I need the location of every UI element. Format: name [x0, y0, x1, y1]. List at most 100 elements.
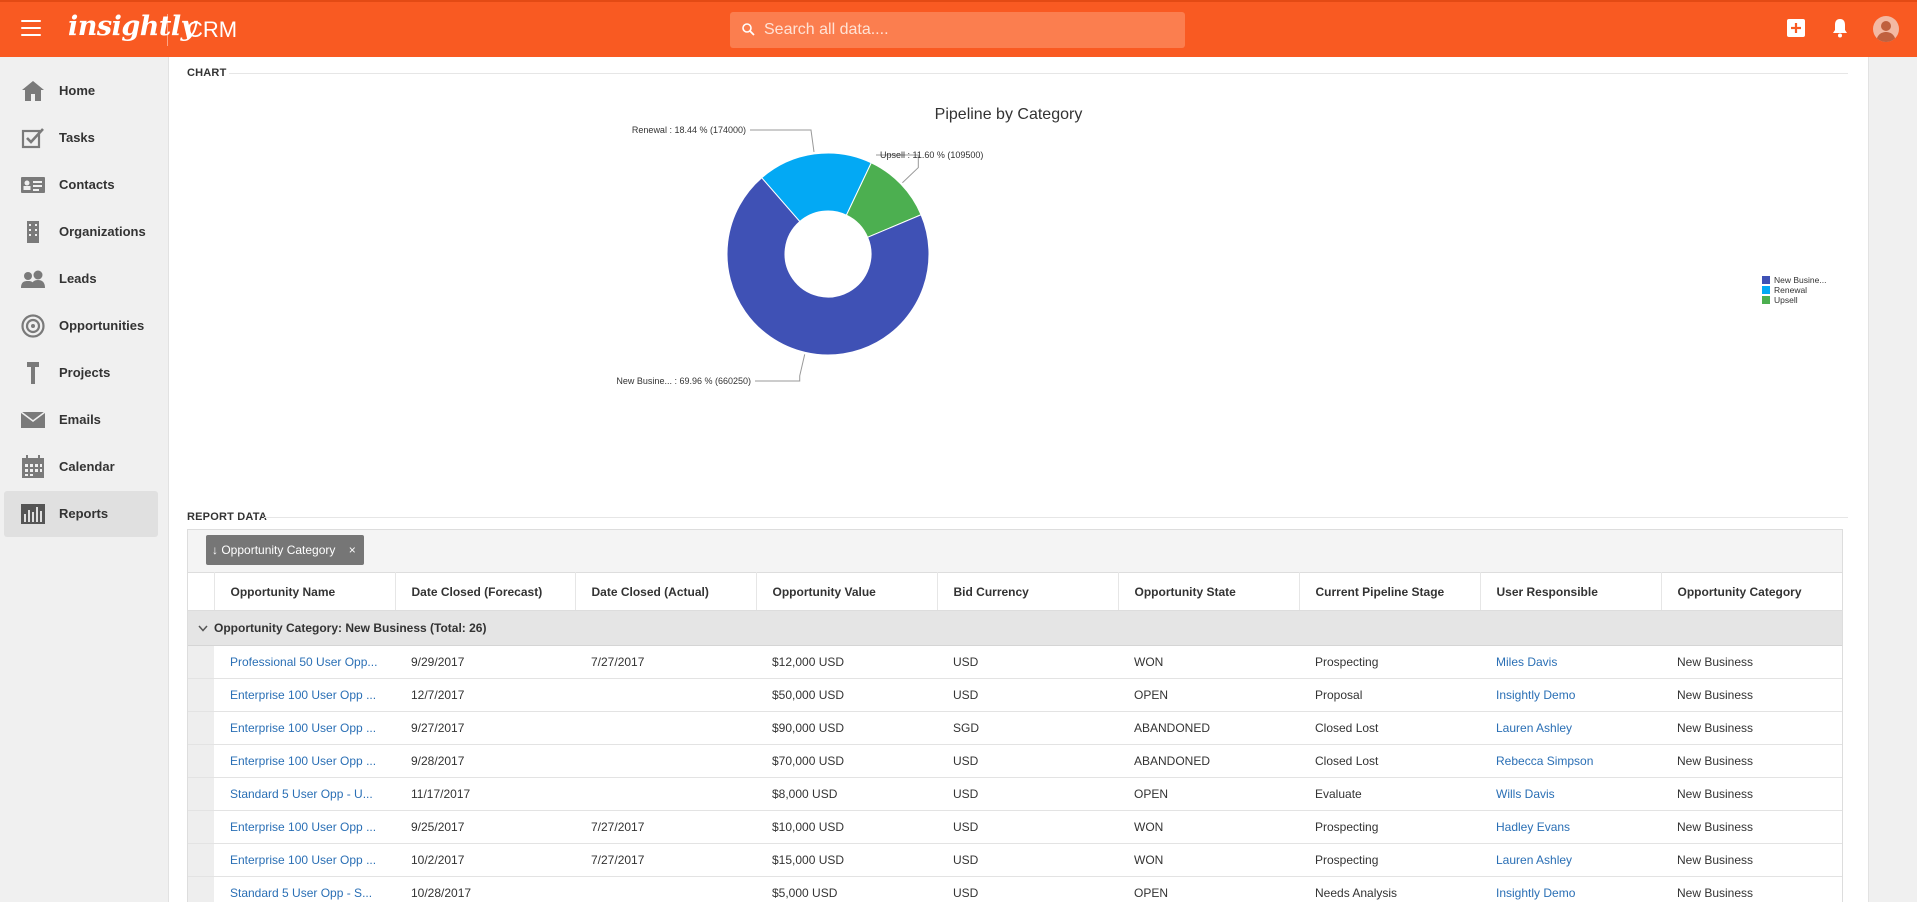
sidebar-item-contacts[interactable]: Contacts [4, 162, 158, 208]
table-cell: 9/28/2017 [395, 744, 575, 778]
group-by-chip[interactable]: ↓ Opportunity Category × [206, 535, 364, 565]
user-link[interactable]: Hadley Evans [1480, 810, 1661, 844]
add-icon[interactable] [1787, 19, 1805, 37]
legend-label: Upsell [1774, 295, 1798, 305]
legend-item[interactable]: New Busine... [1762, 275, 1826, 285]
sidebar-item-label: Tasks [59, 130, 95, 145]
table-row[interactable]: Standard 5 User Opp - S... 10/28/2017 $5,0… [188, 876, 1842, 902]
table-cell: 12/7/2017 [395, 678, 575, 712]
table-cell: 9/27/2017 [395, 711, 575, 745]
table-cell: USD [937, 645, 1118, 679]
report-table-container: ↓ Opportunity Category × Opportunity Nam… [187, 529, 1843, 902]
legend-item[interactable]: Upsell [1762, 295, 1826, 305]
table-row[interactable]: Enterprise 100 User Opp ... 10/2/2017 7/27… [188, 843, 1842, 877]
projects-icon [27, 362, 39, 384]
column-header[interactable]: Opportunity Category [1661, 572, 1842, 611]
logo[interactable]: insightly [68, 11, 196, 42]
user-link[interactable]: Miles Davis [1480, 645, 1661, 679]
sidebar-item-projects[interactable]: Projects [4, 350, 158, 396]
legend-swatch [1762, 276, 1770, 284]
user-link[interactable]: Insightly Demo [1480, 876, 1661, 902]
group-by-label: Opportunity Category [221, 543, 336, 557]
table-cell: OPEN [1118, 876, 1299, 902]
close-icon[interactable]: × [349, 543, 356, 557]
column-header[interactable]: Opportunity Value [756, 572, 938, 611]
chart-legend: New Busine... Renewal Upsell [1762, 275, 1826, 305]
report-table: Opportunity Name Date Closed (Forecast) … [188, 572, 1842, 902]
avatar[interactable] [1873, 16, 1899, 42]
table-row[interactable]: Enterprise 100 User Opp ... 9/28/2017 $70,… [188, 744, 1842, 778]
sidebar-item-tasks[interactable]: Tasks [4, 115, 158, 161]
bell-icon[interactable] [1832, 18, 1848, 38]
table-cell [575, 777, 756, 811]
sidebar-item-opportunities[interactable]: Opportunities [4, 303, 158, 349]
sidebar-item-emails[interactable]: Emails [4, 397, 158, 443]
legend-item[interactable]: Renewal [1762, 285, 1826, 295]
sidebar-item-organizations[interactable]: Organizations [4, 209, 158, 255]
table-cell: $90,000 USD [756, 711, 937, 745]
table-cell: USD [937, 843, 1118, 877]
table-cell: New Business [1661, 678, 1842, 712]
column-header[interactable]: Bid Currency [937, 572, 1119, 611]
table-row[interactable]: Enterprise 100 User Opp ... 9/27/2017 $90,… [188, 711, 1842, 745]
row-gutter [188, 678, 214, 712]
app-name: CRM [187, 17, 238, 42]
user-link[interactable]: Lauren Ashley [1480, 843, 1661, 877]
table-cell: ABANDONED [1118, 711, 1299, 745]
table-row[interactable]: Professional 50 User Opp... 9/29/2017 7/27… [188, 645, 1842, 679]
search-input[interactable] [764, 12, 1164, 48]
sidebar-item-label: Organizations [59, 224, 146, 239]
sidebar-item-home[interactable]: Home [4, 68, 158, 114]
opportunity-link[interactable]: Professional 50 User Opp... [214, 645, 395, 679]
table-row[interactable]: Enterprise 100 User Opp ... 9/25/2017 7/27… [188, 810, 1842, 844]
column-header[interactable]: User Responsible [1480, 572, 1662, 611]
opportunity-link[interactable]: Enterprise 100 User Opp ... [214, 711, 395, 745]
legend-swatch [1762, 286, 1770, 294]
column-header[interactable]: Opportunity State [1118, 572, 1300, 611]
user-link[interactable]: Wills Davis [1480, 777, 1661, 811]
table-cell: $70,000 USD [756, 744, 937, 778]
sidebar-item-label: Reports [59, 506, 109, 521]
column-header[interactable]: Opportunity Name [214, 572, 396, 611]
slice-label: New Busine... : 69.96 % (660250) [616, 376, 751, 386]
group-header-row[interactable]: Opportunity Category: New Business (Tota… [188, 610, 1842, 646]
table-cell [575, 876, 756, 902]
table-cell: New Business [1661, 744, 1842, 778]
row-gutter [188, 645, 214, 679]
opportunity-link[interactable]: Enterprise 100 User Opp ... [214, 810, 395, 844]
sidebar-item-label: Calendar [59, 459, 115, 474]
menu-icon[interactable] [21, 20, 41, 36]
table-row[interactable]: Standard 5 User Opp - U... 11/17/2017 $8,0… [188, 777, 1842, 811]
chevron-down-icon[interactable] [198, 625, 208, 632]
table-cell: New Business [1661, 777, 1842, 811]
user-link[interactable]: Lauren Ashley [1480, 711, 1661, 745]
table-cell [575, 711, 756, 745]
column-header[interactable]: Date Closed (Actual) [575, 572, 757, 611]
pie-chart: Renewal : 18.44 % (174000) Upsell : 11.60… [616, 125, 983, 386]
table-cell: $12,000 USD [756, 645, 937, 679]
opportunity-link[interactable]: Standard 5 User Opp - U... [214, 777, 395, 811]
table-cell: USD [937, 744, 1118, 778]
sidebar-item-leads[interactable]: Leads [4, 256, 158, 302]
row-gutter [188, 810, 214, 844]
contacts-icon [21, 177, 45, 193]
table-row[interactable]: Enterprise 100 User Opp ... 12/7/2017 $50,… [188, 678, 1842, 712]
table-cell: Prospecting [1299, 645, 1480, 679]
divider [264, 517, 1848, 518]
column-header[interactable]: Current Pipeline Stage [1299, 572, 1481, 611]
user-link[interactable]: Insightly Demo [1480, 678, 1661, 712]
sidebar-item-reports[interactable]: Reports [4, 491, 158, 537]
column-header[interactable]: Date Closed (Forecast) [395, 572, 576, 611]
opportunity-link[interactable]: Enterprise 100 User Opp ... [214, 678, 395, 712]
opportunity-link[interactable]: Enterprise 100 User Opp ... [214, 744, 395, 778]
table-cell: $15,000 USD [756, 843, 937, 877]
opportunity-link[interactable]: Enterprise 100 User Opp ... [214, 843, 395, 877]
sidebar-item-label: Emails [59, 412, 101, 427]
user-link[interactable]: Rebecca Simpson [1480, 744, 1661, 778]
row-gutter [188, 777, 214, 811]
table-cell: New Business [1661, 645, 1842, 679]
sidebar-item-label: Projects [59, 365, 111, 380]
opportunity-link[interactable]: Standard 5 User Opp - S... [214, 876, 395, 902]
table-cell: 11/17/2017 [395, 777, 575, 811]
sidebar-item-calendar[interactable]: Calendar [4, 444, 158, 490]
